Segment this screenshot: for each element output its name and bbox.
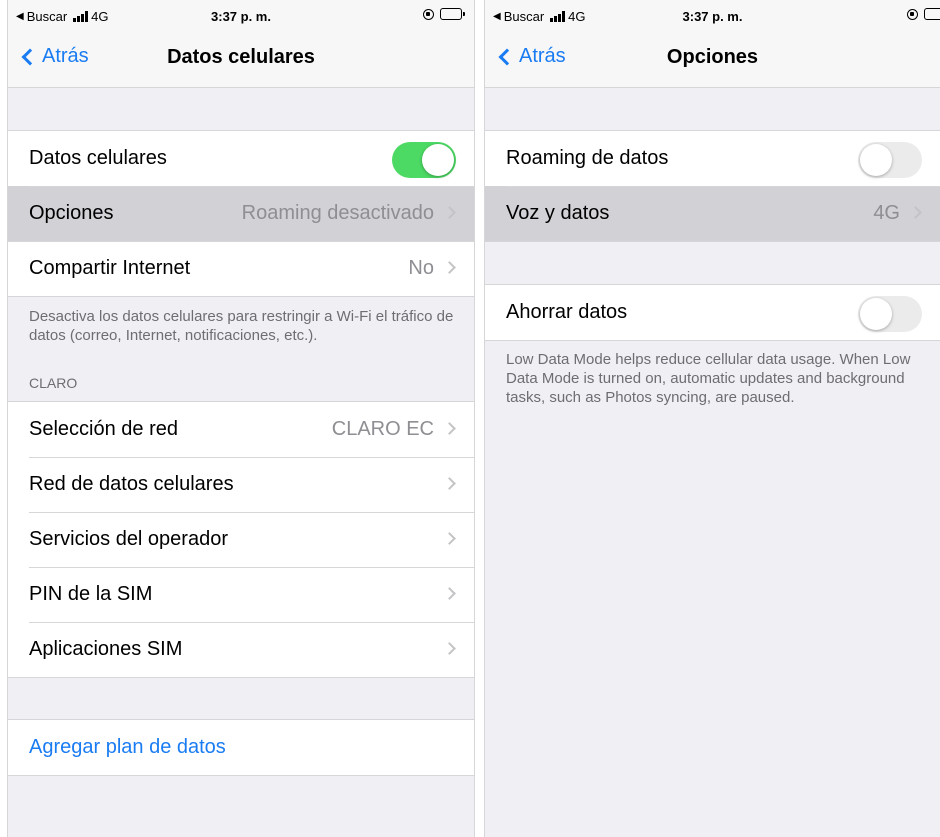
row-label: Voz y datos [506,202,610,224]
add-plan-label: Agregar plan de datos [29,736,226,758]
orientation-lock-icon [423,8,434,20]
chevron-right-icon [443,422,456,435]
row-ahorrar-datos: Ahorrar datos [485,285,940,340]
status-bar: ◀ Buscar 4G 3:37 p. m. [485,0,940,30]
chevron-right-icon [443,261,456,274]
row-label: Compartir Internet [29,257,191,279]
main-group: Datos celulares Opciones Roaming desacti… [8,130,474,297]
status-time: 3:37 p. m. [682,9,743,24]
left-screen: ◀ Buscar 4G 3:37 p. m. Atrás Datos celul… [7,0,475,837]
options-group: Roaming de datos Voz y datos 4G [485,130,940,242]
chevron-right-icon [443,642,456,655]
status-bar: ◀ Buscar 4G 3:37 p. m. [8,0,474,30]
carrier-group: Selección de red CLARO EC Red de datos c… [8,401,474,678]
row-label: Servicios del operador [29,528,228,550]
roaming-toggle[interactable] [858,142,922,178]
row-compartir-internet[interactable]: Compartir Internet No [8,241,474,296]
low-data-group: Ahorrar datos [485,284,940,341]
row-pin-sim[interactable]: PIN de la SIM [8,567,474,622]
row-value: 4G [873,202,900,224]
row-voz-y-datos[interactable]: Voz y datos 4G [485,186,940,241]
nav-bar: Atrás Opciones [485,30,940,88]
row-label: Red de datos celulares [29,473,234,495]
row-label: Opciones [29,202,114,224]
row-label: PIN de la SIM [29,583,153,605]
add-plan-button[interactable]: Agregar plan de datos [8,720,474,775]
status-right [423,8,465,20]
chevron-right-icon [909,206,922,219]
right-screen: ◀ Buscar 4G 3:37 p. m. Atrás Opciones Ro… [484,0,940,837]
nav-bar: Atrás Datos celulares [8,30,474,88]
row-value: CLARO EC [331,418,434,440]
page-title: Opciones [666,46,759,68]
ahorrar-datos-toggle[interactable] [858,296,922,332]
section-header-claro: CLARO [29,375,78,391]
datos-celulares-toggle[interactable] [392,142,456,178]
row-value: No [408,257,434,279]
row-opciones[interactable]: Opciones Roaming desactivado [8,186,474,241]
chevron-right-icon [443,206,456,219]
chevron-right-icon [443,532,456,545]
row-roaming-de-datos: Roaming de datos [485,131,940,186]
row-red-de-datos[interactable]: Red de datos celulares [8,457,474,512]
row-label: Selección de red [29,418,178,440]
row-value: Roaming desactivado [241,202,434,224]
battery-icon [924,8,940,20]
status-right [907,8,940,20]
battery-icon [440,8,465,20]
row-label: Ahorrar datos [506,301,628,323]
row-datos-celulares: Datos celulares [8,131,474,186]
add-plan-group: Agregar plan de datos [8,719,474,776]
datos-footer-text: Desactiva los datos celulares para restr… [29,308,454,344]
row-label: Roaming de datos [506,147,669,169]
low-data-footer-text: Low Data Mode helps reduce cellular data… [506,351,911,406]
orientation-lock-icon [907,8,918,20]
row-aplicaciones-sim[interactable]: Aplicaciones SIM [8,622,474,677]
status-time: 3:37 p. m. [211,9,271,24]
chevron-right-icon [443,587,456,600]
row-seleccion-de-red[interactable]: Selección de red CLARO EC [8,402,474,457]
row-label: Aplicaciones SIM [29,638,183,660]
chevron-right-icon [443,477,456,490]
row-servicios-operador[interactable]: Servicios del operador [8,512,474,567]
page-title: Datos celulares [167,46,315,68]
row-label: Datos celulares [29,147,167,169]
